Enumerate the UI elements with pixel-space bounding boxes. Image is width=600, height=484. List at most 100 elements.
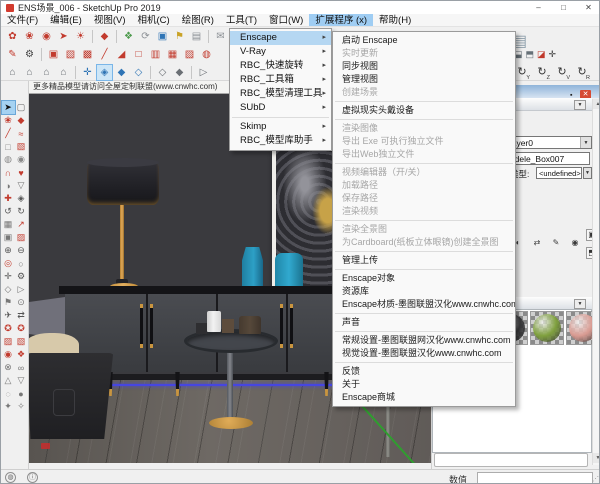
submenu-item[interactable]: Enscape材质-墨图联盟汉化www.cnwhc.com xyxy=(333,298,515,311)
measurements-input[interactable] xyxy=(477,472,593,484)
menu-item[interactable]: SUbD▸ xyxy=(230,101,331,115)
tool-icon[interactable]: ▷ xyxy=(15,283,28,296)
tool-icon[interactable]: ⚑ xyxy=(2,296,15,309)
entity-toggle-icon[interactable]: ✎ xyxy=(550,236,562,248)
tool-icon[interactable]: ♥ xyxy=(15,166,28,179)
tool-icon[interactable]: ⇄ xyxy=(15,309,28,322)
menu-item[interactable]: RBC_快速旋转▸ xyxy=(230,59,331,73)
collapse-chevron-icon[interactable]: ▼ xyxy=(574,100,586,110)
tool-icon[interactable]: ╱ xyxy=(2,127,15,140)
tool-icon[interactable]: ◆ xyxy=(172,65,187,80)
tool-icon[interactable]: ◈ xyxy=(97,65,112,80)
tool-icon[interactable]: ✛ xyxy=(2,270,15,283)
tool-icon[interactable]: ◉ xyxy=(2,348,15,361)
tool-icon[interactable]: ✈ xyxy=(2,309,15,322)
tray-bottom-field[interactable] xyxy=(434,453,588,467)
menubar-item[interactable]: 工具(T) xyxy=(220,14,263,26)
menubar-item[interactable]: 帮助(H) xyxy=(373,14,417,26)
tool-icon[interactable]: ▣ xyxy=(46,47,61,62)
tool-icon[interactable]: ❖ xyxy=(121,29,136,44)
tool-icon[interactable]: ▤ xyxy=(189,29,204,44)
tool-icon[interactable]: ╱ xyxy=(97,47,112,62)
tool-icon[interactable]: ◎ xyxy=(2,257,15,270)
tool-icon[interactable]: ❀ xyxy=(22,29,37,44)
close-button[interactable]: ✕ xyxy=(576,1,600,14)
tool-icon[interactable]: ⊕ xyxy=(2,244,15,257)
tool-icon[interactable]: ◉ xyxy=(39,29,54,44)
tool-icon[interactable]: ◢ xyxy=(114,47,129,62)
menu-item[interactable]: V-Ray▸ xyxy=(230,45,331,59)
submenu-item[interactable]: Enscape对象 xyxy=(333,272,515,285)
menubar-item[interactable]: 相机(C) xyxy=(131,14,175,26)
type-dropdown-arrow[interactable]: ▼ xyxy=(583,167,592,179)
menubar-item[interactable]: 文件(F) xyxy=(1,14,44,26)
tool-icon[interactable]: ➤ xyxy=(2,101,15,114)
tool-icon[interactable]: ⌂ xyxy=(22,65,37,80)
tool-icon[interactable]: ◌ xyxy=(2,387,15,400)
tool-icon[interactable]: □ xyxy=(131,47,146,62)
material-thumbnail[interactable] xyxy=(530,311,564,345)
tool-icon[interactable]: ✪ xyxy=(15,322,28,335)
menu-item[interactable]: Enscape▸ xyxy=(230,31,331,45)
tool-icon[interactable]: ◆ xyxy=(15,114,28,127)
tool-icon[interactable]: ▢ xyxy=(15,101,28,114)
submenu-item[interactable]: 管理视图 xyxy=(333,73,515,86)
tool-icon[interactable]: ▽ xyxy=(15,374,28,387)
menubar-item[interactable]: 视图(V) xyxy=(88,14,132,26)
tool-icon[interactable]: ◇ xyxy=(2,283,15,296)
tool-icon[interactable]: ❀ xyxy=(2,114,15,127)
tool-icon[interactable]: ✿ xyxy=(5,29,20,44)
rotate-tool-icon[interactable]: ↻V xyxy=(552,65,572,80)
tool-icon[interactable]: ↻ xyxy=(15,205,28,218)
tool-icon[interactable]: ❖ xyxy=(15,348,28,361)
submenu-item[interactable]: 声音 xyxy=(333,316,515,329)
rotate-tool-icon[interactable]: ↻R xyxy=(572,65,592,80)
menu-item[interactable]: RBC_模型清理工具▸ xyxy=(230,87,331,101)
maximize-button[interactable]: □ xyxy=(551,1,576,14)
tool-icon[interactable]: ⊗ xyxy=(2,361,15,374)
submenu-item[interactable]: 视觉设置-墨图联盟汉化www.cnwhc.com xyxy=(333,347,515,360)
tool-icon[interactable]: ∩ xyxy=(2,166,15,179)
tool-icon[interactable]: ◆ xyxy=(97,29,112,44)
tray-scrollbar[interactable]: ▲ ▼ xyxy=(592,99,600,465)
tool-icon[interactable]: ⚙ xyxy=(22,47,37,62)
submenu-item[interactable]: 关于 xyxy=(333,378,515,391)
rotate-tool-icon[interactable]: ↻Z xyxy=(532,65,552,80)
tool-icon[interactable]: ➤ xyxy=(56,29,71,44)
tool-icon[interactable]: ⌂ xyxy=(5,65,20,80)
tool-icon[interactable]: ⚙ xyxy=(15,270,28,283)
tool-icon[interactable]: ✛ xyxy=(80,65,95,80)
scroll-down-icon[interactable]: ▼ xyxy=(593,453,600,463)
instance-name-field[interactable]: iadele_Box007 xyxy=(505,152,590,165)
tool-icon[interactable]: ⚑ xyxy=(172,29,187,44)
tool-icon[interactable]: ⌂ xyxy=(56,65,71,80)
tool-icon[interactable]: ↺ xyxy=(2,205,15,218)
tool-icon[interactable]: ◇ xyxy=(131,65,146,80)
menubar-item[interactable]: 绘图(R) xyxy=(176,14,220,26)
tool-icon[interactable]: ◈ xyxy=(15,192,28,205)
tool-icon[interactable]: ◍ xyxy=(199,47,214,62)
menubar-item[interactable]: 编辑(E) xyxy=(44,14,88,26)
tool-icon[interactable]: ▥ xyxy=(148,47,163,62)
tool-icon[interactable]: ▣ xyxy=(155,29,170,44)
tool-icon[interactable]: ⊖ xyxy=(15,244,28,257)
entity-toggle-icon[interactable]: ⇄ xyxy=(531,236,543,248)
tool-icon[interactable]: ≈ xyxy=(15,127,28,140)
tool-icon[interactable]: ✦ xyxy=(2,400,15,413)
minimize-button[interactable]: – xyxy=(526,1,551,14)
resize-grip[interactable]: ⋰ xyxy=(592,475,599,483)
tool-icon[interactable]: ○ xyxy=(15,257,28,270)
tool-icon[interactable]: ◉ xyxy=(15,153,28,166)
tool-icon[interactable]: ✉ xyxy=(213,29,228,44)
tool-icon[interactable]: ▨ xyxy=(182,47,197,62)
menu-item[interactable]: RBC_工具箱▸ xyxy=(230,73,331,87)
tool-icon[interactable]: ▦ xyxy=(2,218,15,231)
entity-toggle-icon[interactable]: ◉ xyxy=(569,236,581,248)
tool-icon[interactable]: ◇ xyxy=(155,65,170,80)
menubar-item[interactable]: 扩展程序 (x) xyxy=(309,14,373,26)
tool-icon[interactable]: ▧ xyxy=(15,140,28,153)
submenu-item[interactable]: 同步视图 xyxy=(333,60,515,73)
geolocation-icon[interactable]: ◍ xyxy=(5,472,16,483)
submenu-item[interactable]: 常规设置-墨图联盟网汉化www.cnwhc.com xyxy=(333,334,515,347)
submenu-item[interactable]: 管理上传 xyxy=(333,254,515,267)
